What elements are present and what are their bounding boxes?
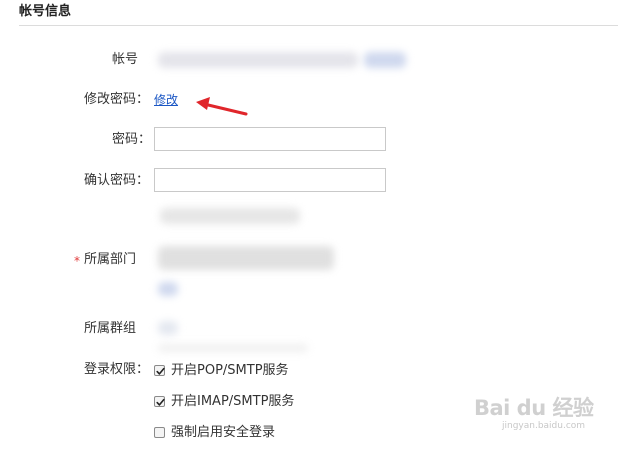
- department-label: 所属部门: [84, 252, 137, 267]
- change-password-label: 修改密码：: [84, 92, 150, 107]
- group-value-redacted: [158, 321, 178, 335]
- permission-checkbox[interactable]: [154, 427, 165, 438]
- redacted-info: [160, 208, 300, 224]
- account-label: 帐号: [112, 52, 139, 67]
- group-note-redacted: [158, 344, 308, 352]
- confirm-password-label: 确认密码：: [84, 173, 150, 188]
- permission-checkbox[interactable]: [154, 396, 165, 407]
- department-select-redacted[interactable]: [158, 246, 334, 270]
- check-icon: [156, 367, 165, 375]
- red-arrow-annotation: [196, 97, 248, 116]
- permission-label[interactable]: 开启POP/SMTP服务: [171, 362, 289, 380]
- permission-label[interactable]: 开启IMAP/SMTP服务: [171, 393, 294, 411]
- password-input[interactable]: [154, 127, 386, 151]
- section-divider: [19, 25, 618, 26]
- required-mark: *: [74, 254, 80, 268]
- section-title: 帐号信息: [19, 4, 72, 19]
- confirm-password-input[interactable]: [154, 168, 386, 192]
- watermark-sub: jingyan.baidu.com: [502, 421, 586, 431]
- permission-checkbox[interactable]: [154, 365, 165, 376]
- watermark-main: Bai du 经验: [474, 396, 594, 420]
- change-password-link[interactable]: 修改: [154, 91, 178, 109]
- check-icon: [156, 398, 165, 406]
- account-domain-redacted: [364, 52, 406, 68]
- password-label: 密码：: [112, 132, 152, 147]
- account-info-page: 帐号信息 帐号 修改密码： 修改 密码： 确认密码： * 所属部门 所属群组 登…: [0, 0, 618, 450]
- baidu-jingyan-watermark: Bai du 经验 jingyan.baidu.com: [472, 392, 612, 442]
- group-label: 所属群组: [84, 321, 137, 336]
- permission-label[interactable]: 强制启用安全登录: [171, 424, 275, 442]
- login-permission-label: 登录权限：: [84, 362, 150, 377]
- account-value-redacted: [158, 52, 358, 68]
- department-link-redacted: [158, 282, 178, 296]
